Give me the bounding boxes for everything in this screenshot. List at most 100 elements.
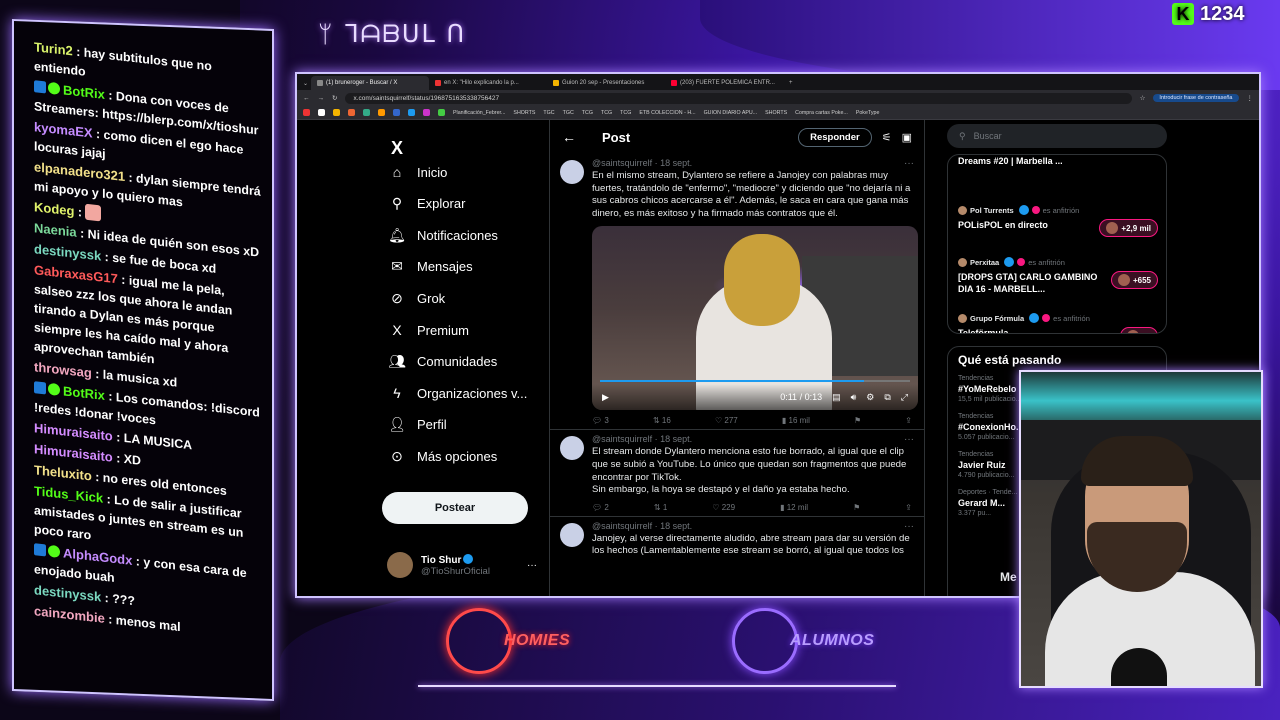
verified-icon — [1004, 257, 1015, 267]
more-icon[interactable]: ··· — [904, 434, 914, 445]
bookmark-item[interactable]: TGC — [543, 110, 554, 116]
star-icon[interactable]: ☆ — [1140, 94, 1146, 102]
bookmark-favicon-icon[interactable] — [303, 109, 310, 116]
nav-item-0[interactable]: ⌂ Inicio — [389, 164, 448, 180]
live-space[interactable]: Dreams #20 | Marbella ... — [958, 155, 1158, 168]
reply-action[interactable]: 💬︎ 3 — [592, 416, 609, 425]
nav-item-4[interactable]: ⊘ Grok — [389, 290, 445, 306]
bookmark-favicon-icon[interactable] — [393, 109, 400, 116]
more-icon[interactable]: ··· — [904, 158, 914, 169]
chat-username[interactable]: destinyssk — [34, 582, 101, 604]
bookmark-favicon-icon[interactable] — [333, 109, 340, 116]
tab-2[interactable]: Guion 20 sep - Presentaciones — [547, 76, 665, 90]
bookmark-favicon-icon[interactable] — [378, 109, 385, 116]
chat-username[interactable]: Turin2 — [34, 39, 73, 58]
tab-1[interactable]: en X: "Hilo explicando la p... — [429, 76, 547, 90]
nav-item-7[interactable]: ϟ Organizaciones v... — [389, 385, 527, 401]
search-input[interactable]: ⚲ Buscar — [947, 124, 1167, 148]
listeners-pill[interactable]: +4 — [1119, 327, 1158, 333]
bookmark-item[interactable]: TGC — [563, 110, 574, 116]
views-action[interactable]: ▮ 12 mil — [780, 503, 808, 512]
video-player[interactable]: ▶ 0:11 / 0:13 ▤ 🔊︎ ⚙ ⧉ ⤢ — [592, 226, 918, 411]
chat-text: : ??? — [101, 590, 135, 609]
repost-action[interactable]: ⇅ 1 — [654, 503, 667, 512]
share-icon[interactable]: ⇪ — [905, 416, 912, 425]
chat-username[interactable]: BotRix — [63, 82, 105, 102]
tweet[interactable]: @saintsquirrelf · 18 sept. ··· En el mis… — [550, 154, 924, 431]
chat-username[interactable]: Kodeg — [34, 199, 74, 218]
bookmark-item[interactable]: GUION DIARIO APU... — [704, 110, 758, 116]
chat-username[interactable]: Theluxito — [34, 462, 92, 483]
share-icon[interactable]: ⇪ — [905, 503, 912, 512]
live-space[interactable]: Perxitaa es anfitrión [DROPS GTA] CARLO GA… — [958, 257, 1158, 295]
tab-3[interactable]: (203) FUERTE POLEMICA ENTR... — [665, 76, 783, 90]
more-icon[interactable]: ··· — [904, 521, 914, 532]
bookmark-item[interactable]: SHORTS — [765, 110, 787, 116]
new-tab-button[interactable]: + — [783, 76, 799, 90]
chat-username[interactable]: throwsag — [34, 359, 92, 380]
bookmark-favicon-icon[interactable] — [438, 109, 445, 116]
chat-username[interactable]: Naenia — [34, 220, 77, 240]
url-field[interactable]: x.com/saintsquirrelf/status/196875163533… — [345, 92, 1132, 104]
bookmark-icon[interactable]: ⚑ — [853, 503, 860, 512]
bookmark-item[interactable]: Compra cartas Poke... — [795, 110, 848, 116]
password-button[interactable]: Introducir frase de contraseña — [1153, 94, 1239, 102]
filter-icon[interactable]: ⚟ — [882, 131, 892, 144]
live-space[interactable]: Pol Turrents es anfitrión POLisPOL en dire… — [958, 205, 1158, 237]
nav-item-5[interactable]: X Premium — [389, 322, 469, 338]
bookmark-item[interactable]: Planificación_Febrer... — [453, 110, 505, 116]
bookmark-item[interactable]: ETB COLECCION - H... — [639, 110, 695, 116]
nav-item-6[interactable]: 👥︎ Comunidades — [388, 353, 497, 370]
bookmark-favicon-icon[interactable] — [408, 109, 415, 116]
reload-icon[interactable]: ↻ — [332, 94, 337, 102]
bookmark-favicon-icon[interactable] — [348, 109, 355, 116]
bookmark-item[interactable]: PokeType — [856, 110, 880, 116]
captions-icon[interactable]: ▤ — [832, 392, 841, 403]
chat-username[interactable]: BotRix — [63, 383, 105, 403]
bookmark-item[interactable]: TCG — [582, 110, 593, 116]
x-logo-icon[interactable]: X — [391, 138, 403, 159]
bookmark-favicon-icon[interactable] — [363, 109, 370, 116]
reply-action[interactable]: 💬︎ 2 — [592, 503, 609, 512]
browser-menu-icon[interactable]: ⋮ — [1247, 94, 1254, 102]
bookmark-icon[interactable]: ⚑ — [854, 416, 861, 425]
volume-icon[interactable]: 🔊︎ — [851, 392, 857, 403]
back-arrow-icon[interactable]: ← — [562, 129, 576, 145]
tab-menu-icon[interactable]: ⌄ — [297, 76, 311, 90]
nav-item-8[interactable]: 👤︎ Perfil — [388, 416, 447, 433]
bookmark-item[interactable]: TCG — [601, 110, 612, 116]
tweet[interactable]: @saintsquirrelf · 18 sept. ··· Janojey, … — [550, 517, 924, 562]
views-action[interactable]: ▮ 16 mil — [782, 416, 810, 425]
reply-button[interactable]: Responder — [798, 127, 872, 147]
chat-username[interactable]: destinyssk — [34, 241, 101, 263]
bookmark-item[interactable]: TCG — [620, 110, 631, 116]
like-action[interactable]: ♡ 229 — [712, 503, 735, 512]
fullscreen-icon[interactable]: ⤢ — [901, 392, 908, 403]
listeners-pill[interactable]: +655 — [1110, 271, 1158, 289]
account-switcher[interactable]: Tio Shur @TioShurOficial ··· — [387, 552, 537, 578]
reader-icon[interactable]: ▣ — [902, 131, 912, 144]
grok-icon: ⊘ — [391, 289, 403, 306]
pip-icon[interactable]: ⧉ — [884, 392, 890, 403]
nav-item-1[interactable]: ⚲ Explorar — [389, 195, 466, 212]
settings-icon[interactable]: ⚙ — [866, 392, 874, 403]
chat-username[interactable]: Tidus_Kick — [34, 483, 103, 505]
like-action[interactable]: ♡ 277 — [715, 416, 738, 425]
play-icon[interactable]: ▶ — [602, 392, 609, 403]
repost-action[interactable]: ⇅ 16 — [653, 416, 671, 425]
chat-username[interactable]: kyomaEX — [34, 119, 93, 140]
nav-item-3[interactable]: ✉ Mensajes — [389, 258, 473, 275]
tab-0[interactable]: (1) bruneroger - Buscar / X — [311, 76, 429, 90]
forward-icon[interactable]: → — [318, 95, 325, 102]
nav-item-9[interactable]: ⊙ Más opciones — [389, 448, 497, 464]
post-button[interactable]: Postear — [382, 492, 528, 524]
back-icon[interactable]: ← — [303, 95, 310, 102]
bookmark-favicon-icon[interactable] — [318, 109, 325, 116]
tweet[interactable]: @saintsquirrelf · 18 sept. ··· El stream… — [550, 430, 924, 517]
nav-item-2[interactable]: 🔔︎ Notificaciones — [388, 227, 498, 243]
live-space[interactable]: Grupo Fórmula es anfitrión Teleförmula +4 — [958, 313, 1158, 333]
bookmark-favicon-icon[interactable] — [423, 109, 430, 116]
video-progress-bar[interactable] — [600, 380, 910, 383]
listeners-pill[interactable]: +2,9 mil — [1099, 219, 1158, 237]
bookmark-item[interactable]: SHORTS — [513, 110, 535, 116]
